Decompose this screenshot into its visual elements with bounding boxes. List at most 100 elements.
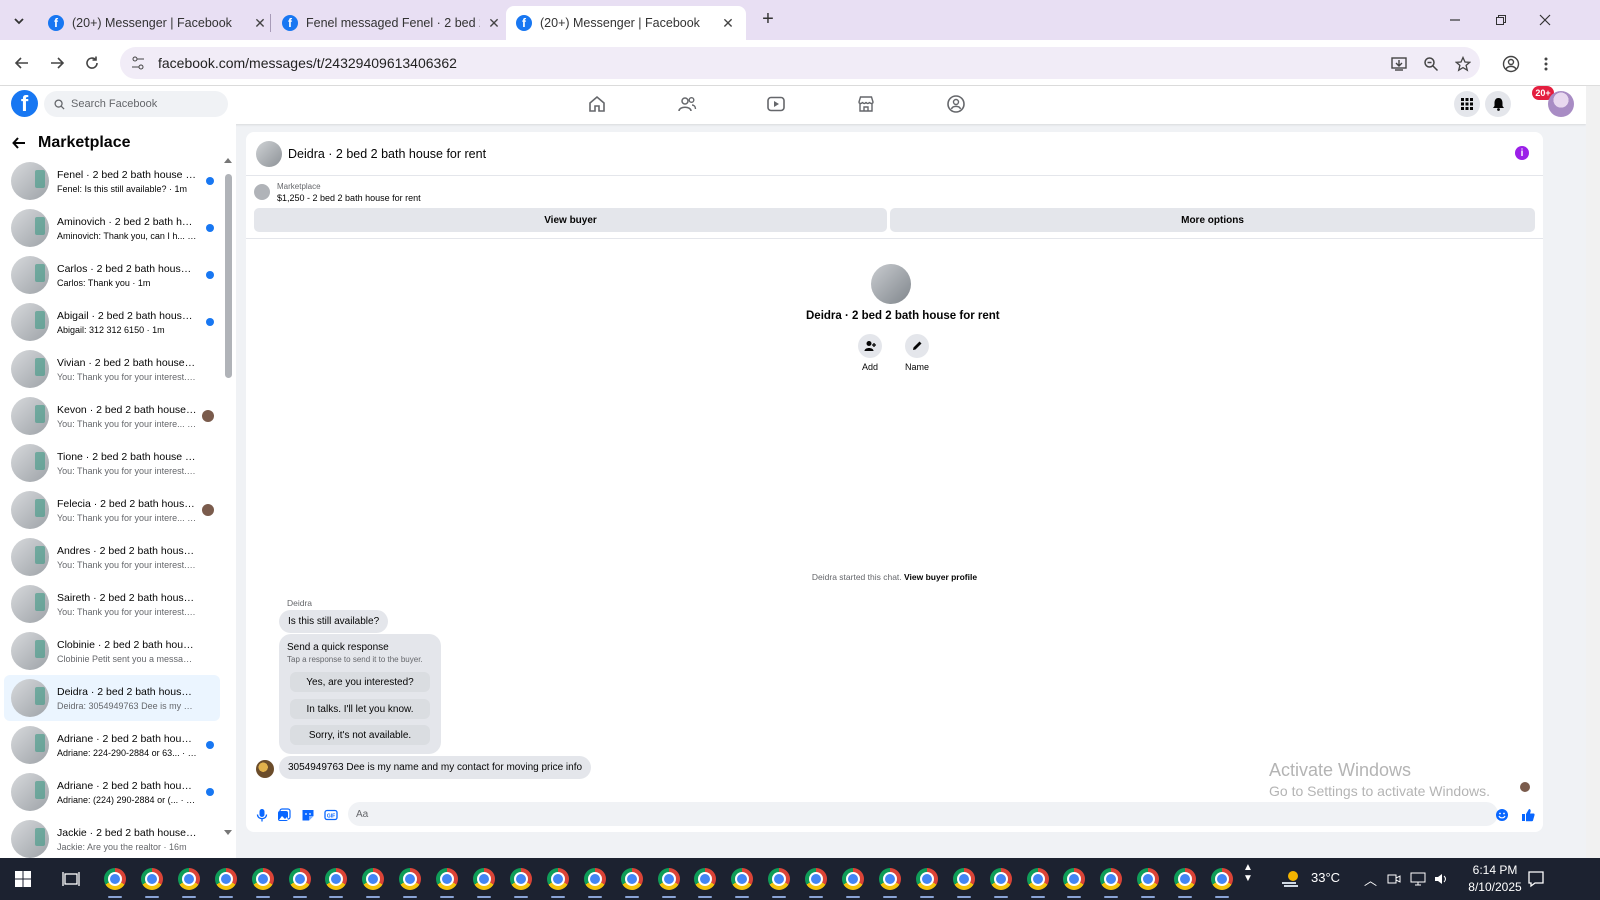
bookmark-star-icon[interactable]	[1452, 53, 1474, 75]
close-window-button[interactable]	[1530, 8, 1560, 32]
chrome-taskbar-icon[interactable]	[657, 868, 680, 890]
view-buyer-profile-link[interactable]: View buyer profile	[904, 572, 977, 582]
chrome-taskbar-icon[interactable]	[842, 868, 864, 890]
sidebar-scrollbar[interactable]	[224, 160, 232, 860]
windows-start-icon[interactable]	[14, 870, 32, 888]
volume-icon[interactable]	[1434, 872, 1448, 886]
chrome-taskbar-icon[interactable]	[104, 868, 126, 890]
back-arrow-icon[interactable]	[12, 136, 26, 150]
home-icon[interactable]	[587, 94, 607, 114]
chrome-taskbar-icon[interactable]	[399, 868, 422, 890]
chrome-taskbar-icon[interactable]	[177, 868, 200, 890]
chrome-taskbar-icon[interactable]	[214, 868, 237, 890]
menu-grid-button[interactable]	[1454, 91, 1480, 117]
friends-icon[interactable]	[677, 94, 697, 114]
chrome-taskbar-icon[interactable]	[878, 868, 901, 890]
browser-menu-icon[interactable]	[1535, 53, 1557, 75]
list-item[interactable]: Tione · 2 bed 2 bath house for ... You: T…	[4, 440, 220, 486]
account-avatar[interactable]	[1548, 91, 1574, 117]
notification-center-icon[interactable]	[1527, 870, 1545, 888]
tray-scroll-arrows[interactable]: ▲ ▼	[1243, 862, 1253, 884]
list-item[interactable]: Fenel · 2 bed 2 bath house fo... Fenel: I…	[4, 158, 220, 204]
chrome-taskbar-icon[interactable]	[620, 868, 643, 890]
list-item[interactable]: Carlos · 2 bed 2 bath house f... Carlos: …	[4, 252, 220, 298]
list-item[interactable]: Aminovich · 2 bed 2 bath hou... Aminovich…	[4, 205, 220, 251]
list-item[interactable]: Jackie · 2 bed 2 bath house for ... Jacki…	[4, 816, 220, 862]
chrome-taskbar-icon[interactable]	[509, 868, 532, 890]
chrome-taskbar-icon[interactable]	[546, 868, 569, 890]
facebook-logo[interactable]: f	[11, 90, 38, 117]
info-icon[interactable]: i	[1515, 146, 1529, 160]
sticker-icon[interactable]	[301, 808, 315, 822]
task-view-icon[interactable]	[62, 870, 80, 888]
chrome-taskbar-icon[interactable]	[805, 868, 828, 890]
list-item[interactable]: Andres · 2 bed 2 bath house fo... You: Th…	[4, 534, 220, 580]
list-item[interactable]: Clobinie · 2 bed 2 bath house f... Clobin…	[4, 628, 220, 674]
message-bubble[interactable]: Is this still available?	[279, 610, 389, 633]
quick-response-yes[interactable]: Yes, are you interested?	[290, 672, 430, 692]
chrome-taskbar-icon[interactable]	[1174, 868, 1197, 890]
chrome-taskbar-icon[interactable]	[1100, 868, 1123, 890]
chrome-taskbar-icon[interactable]	[915, 868, 938, 890]
omnibox[interactable]: facebook.com/messages/t/2432940961340636…	[120, 47, 1480, 79]
listing-title[interactable]: $1,250 - 2 bed 2 bath house for rent	[277, 193, 421, 203]
chrome-taskbar-icon[interactable]	[768, 868, 791, 890]
list-item[interactable]: Abigail · 2 bed 2 bath house f... Abigail…	[4, 299, 220, 345]
more-options-button[interactable]: More options	[890, 208, 1535, 232]
chrome-taskbar-icon[interactable]	[473, 868, 495, 890]
microphone-icon[interactable]	[255, 808, 269, 822]
zoom-icon[interactable]	[1420, 53, 1442, 75]
browser-tab-3[interactable]: f (20+) Messenger | Facebook ✕	[506, 6, 746, 40]
quick-response-not-available[interactable]: Sorry, it's not available.	[290, 725, 430, 745]
chrome-taskbar-icon[interactable]	[731, 868, 754, 890]
reload-button[interactable]	[80, 51, 104, 75]
close-tab-icon[interactable]: ✕	[486, 15, 502, 31]
close-tab-icon[interactable]: ✕	[252, 15, 268, 31]
chrome-taskbar-icon[interactable]	[140, 868, 163, 890]
chrome-taskbar-icon[interactable]	[251, 868, 274, 890]
profile-icon[interactable]	[1500, 53, 1522, 75]
chat-avatar[interactable]	[256, 140, 282, 167]
tab-search-button[interactable]	[8, 10, 30, 32]
chrome-taskbar-icon[interactable]	[952, 868, 975, 890]
groups-icon[interactable]	[946, 94, 966, 114]
close-tab-icon[interactable]: ✕	[720, 15, 736, 31]
page-scrollbar[interactable]	[1586, 86, 1600, 858]
add-button[interactable]: Add	[850, 334, 890, 372]
thumbs-up-icon[interactable]	[1521, 808, 1535, 822]
name-button[interactable]: Name	[897, 334, 937, 372]
marketplace-icon[interactable]	[856, 94, 876, 114]
scroll-down-arrow[interactable]	[224, 830, 232, 835]
video-icon[interactable]	[766, 94, 786, 114]
minimize-button[interactable]	[1440, 8, 1470, 32]
list-item[interactable]: Deidra · 2 bed 2 bath house for... Deidra…	[4, 675, 220, 721]
view-buyer-button[interactable]: View buyer	[254, 208, 887, 232]
clock[interactable]: 6:14 PM 8/10/2025	[1460, 862, 1530, 896]
network-icon[interactable]	[1410, 872, 1426, 886]
notifications-button[interactable]	[1485, 91, 1511, 117]
meet-now-icon[interactable]	[1387, 872, 1401, 886]
list-item[interactable]: Vivian · 2 bed 2 bath house for ... You: …	[4, 346, 220, 392]
chrome-taskbar-icon[interactable]	[288, 868, 311, 890]
chrome-taskbar-icon[interactable]	[694, 868, 717, 890]
show-hidden-icons[interactable]: ︿	[1364, 870, 1377, 889]
back-button[interactable]	[10, 51, 34, 75]
restore-button[interactable]	[1486, 8, 1516, 32]
forward-button[interactable]	[45, 51, 69, 75]
photo-icon[interactable]	[277, 808, 291, 822]
chrome-taskbar-icon[interactable]	[436, 868, 459, 890]
chrome-taskbar-icon[interactable]	[1137, 868, 1160, 890]
list-item[interactable]: Felecia · 2 bed 2 bath house ... You: Tha…	[4, 487, 220, 533]
profile-avatar[interactable]	[871, 264, 911, 304]
chrome-taskbar-icon[interactable]	[1211, 868, 1233, 890]
browser-tab-1[interactable]: f (20+) Messenger | Facebook ✕	[38, 6, 278, 40]
chat-title[interactable]: Deidra · 2 bed 2 bath house for rent	[288, 147, 486, 161]
chrome-taskbar-icon[interactable]	[583, 868, 606, 890]
chrome-taskbar-icon[interactable]	[1026, 868, 1049, 890]
site-info-icon[interactable]	[130, 55, 146, 71]
quick-response-in-talks[interactable]: In talks. I'll let you know.	[290, 699, 430, 719]
new-tab-button[interactable]: +	[758, 9, 778, 30]
url-text[interactable]: facebook.com/messages/t/2432940961340636…	[158, 55, 457, 71]
install-app-icon[interactable]	[1388, 53, 1410, 75]
list-item[interactable]: Adriane · 2 bed 2 bath house ... Adriane:…	[4, 769, 220, 815]
